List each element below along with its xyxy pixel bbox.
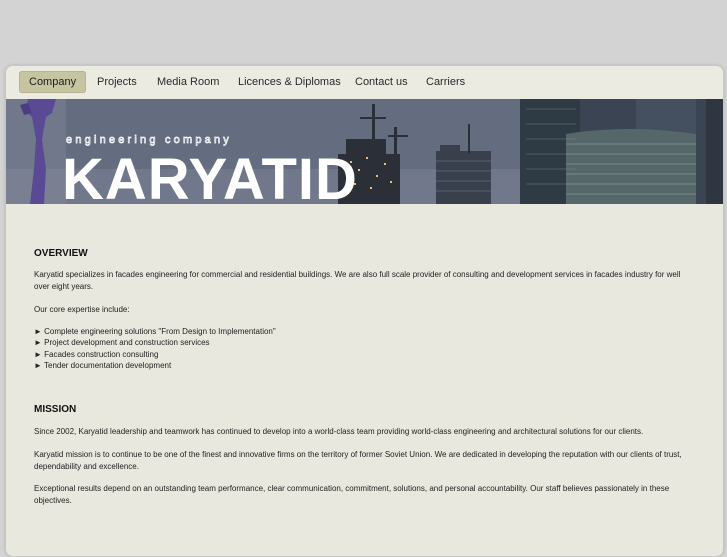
banner-skyline-illustration: engineering company KARYATID bbox=[6, 99, 723, 204]
overview-paragraph: Karyatid specializes in facades engineer… bbox=[34, 270, 681, 291]
mission-paragraph: Since 2002, Karyatid leadership and team… bbox=[34, 427, 644, 436]
expertise-bullet: ► Complete engineering solutions "From D… bbox=[34, 327, 276, 336]
nav-item-carriers[interactable]: Carriers bbox=[416, 71, 475, 93]
mission-paragraph: Exceptional results depend on an outstan… bbox=[34, 484, 670, 505]
caryatid-statue-icon bbox=[6, 99, 66, 204]
expertise-intro: Our core expertise include: bbox=[34, 305, 130, 314]
header-banner: engineering company KARYATID bbox=[6, 99, 723, 204]
nav-item-licences-diplomas[interactable]: Licences & Diplomas bbox=[228, 71, 351, 93]
nav-item-media-room[interactable]: Media Room bbox=[147, 71, 229, 93]
mission-heading: MISSION bbox=[34, 404, 77, 415]
main-nav: Company Projects Media Room Licences & D… bbox=[6, 66, 723, 99]
nav-item-projects[interactable]: Projects bbox=[87, 71, 147, 93]
expertise-bullet: ► Project development and construction s… bbox=[34, 338, 210, 347]
nav-item-company[interactable]: Company bbox=[19, 71, 87, 93]
mission-paragraph: Karyatid mission is to continue to be on… bbox=[34, 450, 682, 471]
logo-text: KARYATID bbox=[62, 147, 358, 204]
expertise-bullet: ► Facades construction consulting bbox=[34, 350, 159, 359]
nav-item-contact-us[interactable]: Contact us bbox=[345, 71, 418, 93]
expertise-bullet: ► Tender documentation development bbox=[34, 361, 172, 370]
logo-tagline: engineering company bbox=[66, 134, 232, 146]
overview-heading: OVERVIEW bbox=[34, 248, 88, 259]
